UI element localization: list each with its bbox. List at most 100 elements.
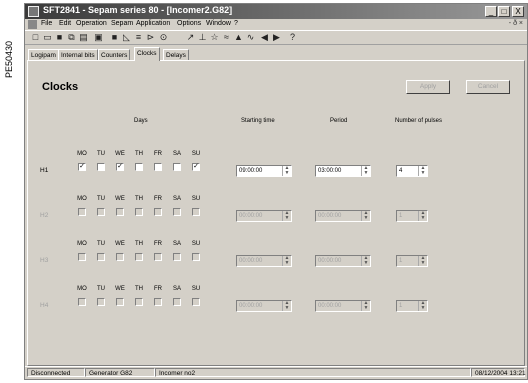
day-checkbox[interactable] <box>97 298 105 306</box>
settings-icon[interactable]: ≡ <box>133 32 144 43</box>
day-label: SA <box>172 241 181 247</box>
arrow-left-icon[interactable]: ◀ <box>259 32 270 43</box>
day-checkbox[interactable] <box>135 298 143 306</box>
tab-clocks[interactable]: Clocks <box>134 47 160 61</box>
day-checkbox[interactable] <box>97 163 105 171</box>
document-icon[interactable] <box>28 20 37 29</box>
day-checkbox[interactable] <box>97 208 105 216</box>
starting-time-input[interactable]: 00:00:00 ▲ ▼ <box>236 300 292 312</box>
day-checkbox[interactable] <box>154 253 162 261</box>
pulses-input[interactable]: 1 ▲ ▼ <box>396 210 428 222</box>
spin-arrows-icon[interactable]: ▲ ▼ <box>418 166 427 176</box>
spin-arrows-icon[interactable]: ▲ ▼ <box>282 301 291 311</box>
day-label: WE <box>115 151 125 157</box>
day-checkbox[interactable] <box>135 253 143 261</box>
day-checkbox[interactable] <box>192 298 200 306</box>
day-label: WE <box>115 241 125 247</box>
day-checkbox[interactable]: ✓ <box>116 163 124 171</box>
tool-icon[interactable]: ∿ <box>245 32 256 43</box>
period-input[interactable]: 00:00:00 ▲ ▼ <box>315 255 371 267</box>
day-checkbox[interactable] <box>154 208 162 216</box>
starting-time-input[interactable]: 00:00:00 ▲ ▼ <box>236 210 292 222</box>
minimize-button[interactable]: _ <box>485 6 497 17</box>
menu-application[interactable]: Application <box>136 20 170 27</box>
day-checkbox[interactable] <box>135 208 143 216</box>
clock-label: H2 <box>40 212 49 219</box>
day-checkbox[interactable] <box>116 253 124 261</box>
cancel-button[interactable]: Cancel <box>466 80 510 94</box>
tool-icon[interactable]: ↗ <box>185 32 196 43</box>
period-input[interactable]: 00:00:00 ▲ ▼ <box>315 210 371 222</box>
save-icon[interactable]: ■ <box>54 32 65 43</box>
days-header: Days <box>134 118 148 124</box>
pulses-input[interactable]: 1 ▲ ▼ <box>396 255 428 267</box>
starting-time-input-value: 00:00:00 <box>239 303 263 309</box>
spin-arrows-icon[interactable]: ▲ ▼ <box>361 166 370 176</box>
apply-button[interactable]: Apply <box>406 80 450 94</box>
pulses-input[interactable]: 1 ▲ ▼ <box>396 300 428 312</box>
save-icon[interactable]: ■ <box>109 32 120 43</box>
tool-icon[interactable]: ⊥ <box>197 32 208 43</box>
copy-icon[interactable]: ⧉ <box>66 32 77 43</box>
spin-arrows-icon[interactable]: ▲ ▼ <box>361 211 370 221</box>
day-checkbox[interactable] <box>192 253 200 261</box>
day-checkbox[interactable] <box>97 253 105 261</box>
tool-icon[interactable]: ☆ <box>209 32 220 43</box>
menu-help[interactable]: ? <box>234 20 238 27</box>
spin-arrows-icon[interactable]: ▲ ▼ <box>418 301 427 311</box>
day-checkbox[interactable]: ✓ <box>192 163 200 171</box>
period-input[interactable]: 03:00:00 ▲ ▼ <box>315 165 371 177</box>
preview-icon[interactable]: ◺ <box>121 32 132 43</box>
day-checkbox[interactable] <box>135 163 143 171</box>
day-checkbox[interactable]: ✓ <box>78 163 86 171</box>
day-checkbox[interactable] <box>173 208 181 216</box>
incomer-status: Incomer no2 <box>155 368 471 377</box>
day-label: SA <box>172 286 181 292</box>
starting-time-input[interactable]: 09:00:00 ▲ ▼ <box>236 165 292 177</box>
help-icon[interactable]: ? <box>287 32 298 43</box>
mdi-controls[interactable]: - ð × <box>509 20 523 27</box>
day-label: TU <box>97 241 105 247</box>
spin-arrows-icon[interactable]: ▲ ▼ <box>418 211 427 221</box>
tool-icon[interactable]: ≈ <box>221 32 232 43</box>
print-icon[interactable]: ▣ <box>93 32 104 43</box>
spin-arrows-icon[interactable]: ▲ ▼ <box>282 166 291 176</box>
pulses-input[interactable]: 4 ▲ ▼ <box>396 165 428 177</box>
spin-arrows-icon[interactable]: ▲ ▼ <box>361 256 370 266</box>
spin-arrows-icon[interactable]: ▲ ▼ <box>282 211 291 221</box>
day-checkbox[interactable] <box>78 253 86 261</box>
open-icon[interactable]: ▭ <box>42 32 53 43</box>
menu-options[interactable]: Options <box>177 20 201 27</box>
day-checkbox[interactable] <box>173 253 181 261</box>
arrow-right-icon[interactable]: ▶ <box>271 32 282 43</box>
day-checkbox[interactable] <box>154 163 162 171</box>
spin-arrows-icon[interactable]: ▲ ▼ <box>361 301 370 311</box>
day-checkbox[interactable] <box>116 208 124 216</box>
spin-arrows-icon[interactable]: ▲ ▼ <box>282 256 291 266</box>
day-checkbox[interactable] <box>78 298 86 306</box>
day-checkbox[interactable] <box>173 163 181 171</box>
maximize-button[interactable]: □ <box>498 6 510 17</box>
menu-sepam[interactable]: Sepam <box>111 20 133 27</box>
day-checkbox[interactable] <box>154 298 162 306</box>
menu-edit[interactable]: Edit <box>59 20 71 27</box>
connect-icon[interactable]: ⊳ <box>145 32 156 43</box>
tool-icon[interactable]: ▲ <box>233 32 244 43</box>
day-label: FR <box>154 196 162 202</box>
spin-arrows-icon[interactable]: ▲ ▼ <box>418 256 427 266</box>
menu-operation[interactable]: Operation <box>76 20 107 27</box>
menu-file[interactable]: File <box>41 20 52 27</box>
period-input[interactable]: 00:00:00 ▲ ▼ <box>315 300 371 312</box>
menu-window[interactable]: Window <box>206 20 231 27</box>
day-checkbox[interactable] <box>192 208 200 216</box>
paste-icon[interactable]: ▤ <box>78 32 89 43</box>
day-checkbox[interactable] <box>173 298 181 306</box>
day-checkbox[interactable] <box>116 298 124 306</box>
pst-icon[interactable]: ⊙ <box>158 32 169 43</box>
close-button[interactable]: X <box>512 6 524 17</box>
new-icon[interactable]: □ <box>30 32 41 43</box>
day-label: TU <box>97 196 105 202</box>
day-checkbox[interactable] <box>78 208 86 216</box>
day-label: SU <box>191 286 201 292</box>
starting-time-input[interactable]: 00:00:00 ▲ ▼ <box>236 255 292 267</box>
